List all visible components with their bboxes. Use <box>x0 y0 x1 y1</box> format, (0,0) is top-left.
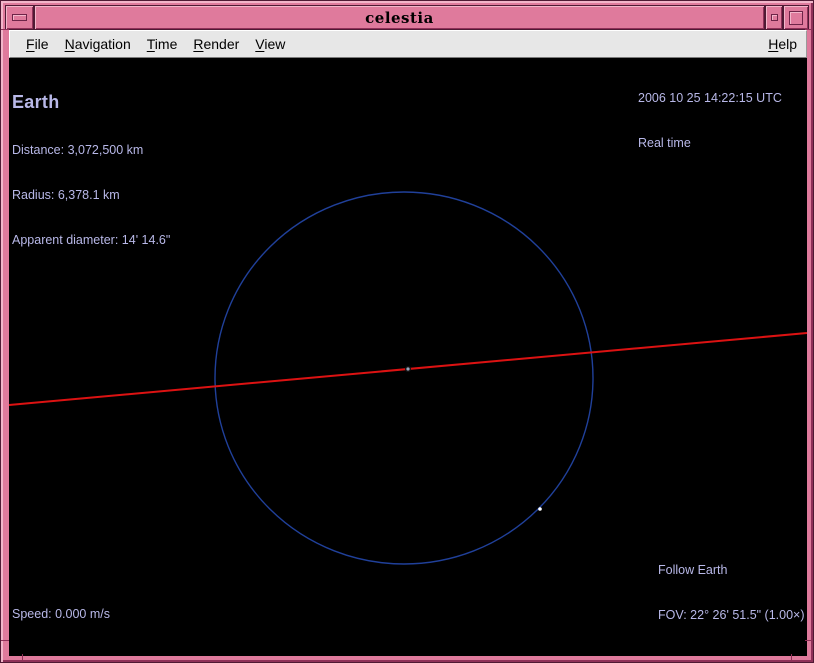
window-title: celestia <box>365 9 434 27</box>
maximize-button[interactable] <box>783 5 809 30</box>
frame-notch <box>1 640 9 641</box>
frame-notch <box>791 654 792 662</box>
selection-distance: Distance: 3,072,500 km <box>12 143 170 158</box>
maximize-icon <box>789 11 803 25</box>
view-info: Follow Earth FOV: 22° 26' 51.5" (1.00×) <box>658 533 805 653</box>
moon-orbit-path <box>215 192 593 564</box>
celestia-window: celestia File Navigation Time Render Vie… <box>0 0 814 663</box>
selection-radius: Radius: 6,378.1 km <box>12 188 170 203</box>
frame-notch <box>22 654 23 662</box>
datetime-display: 2006 10 25 14:22:15 UTC <box>638 91 782 106</box>
menu-time[interactable]: Time <box>139 36 186 52</box>
frame-notch <box>805 640 813 641</box>
minimize-icon <box>771 14 778 21</box>
menu-render[interactable]: Render <box>185 36 247 52</box>
frame-notch <box>1 29 9 30</box>
selection-apparent-diameter: Apparent diameter: 14' 14.6" <box>12 233 170 248</box>
time-info: 2006 10 25 14:22:15 UTC Real time <box>638 61 782 181</box>
follow-mode: Follow Earth <box>658 563 805 578</box>
selection-name: Earth <box>12 92 170 113</box>
menu-file[interactable]: File <box>18 36 57 52</box>
earth-dot[interactable] <box>406 367 409 370</box>
minimize-button[interactable] <box>765 5 783 30</box>
render-canvas[interactable]: Earth Distance: 3,072,500 km Radius: 6,3… <box>9 58 807 656</box>
menubar: File Navigation Time Render View Help <box>9 30 807 58</box>
fov-display: FOV: 22° 26' 51.5" (1.00×) <box>658 608 805 623</box>
speed-display: Speed: 0.000 m/s <box>12 607 110 622</box>
titlebar: celestia <box>5 5 809 30</box>
menu-navigation[interactable]: Navigation <box>57 36 139 52</box>
window-title-area[interactable]: celestia <box>34 5 765 30</box>
moon-dot[interactable] <box>538 507 542 511</box>
speed-info: Speed: 0.000 m/s <box>12 577 110 652</box>
frame-notch <box>805 29 813 30</box>
menu-view[interactable]: View <box>247 36 293 52</box>
menu-help[interactable]: Help <box>760 36 806 52</box>
window-menu-icon <box>12 14 27 21</box>
selection-info: Earth Distance: 3,072,500 km Radius: 6,3… <box>12 62 170 278</box>
window-menu-button[interactable] <box>5 5 34 30</box>
time-mode: Real time <box>638 136 782 151</box>
